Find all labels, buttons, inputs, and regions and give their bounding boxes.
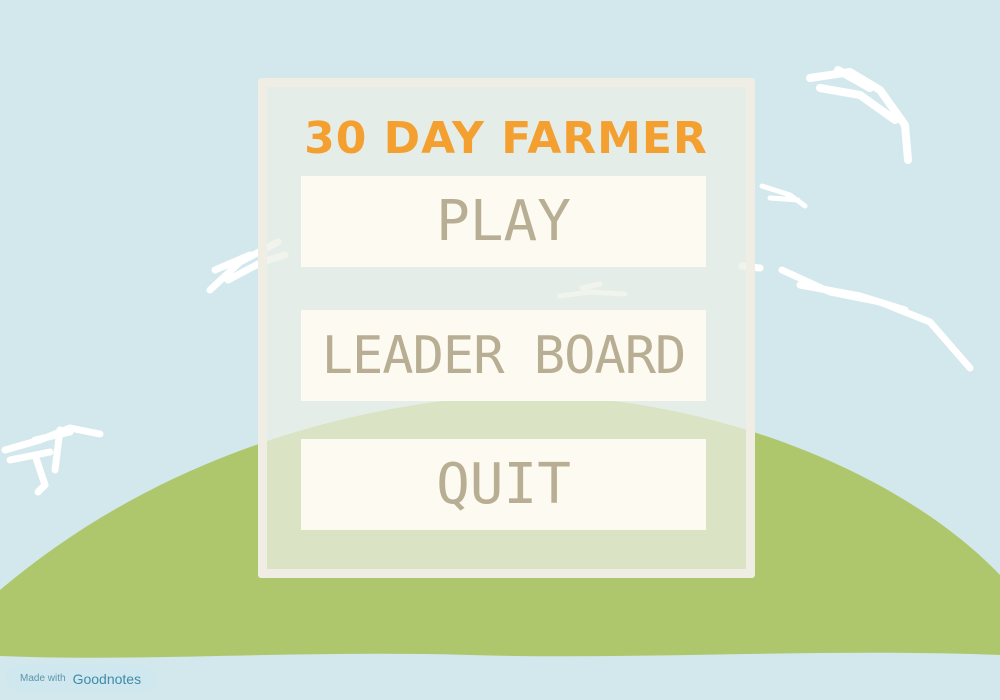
quit-button-label: QUIT <box>436 451 571 517</box>
watermark-brand: Goodnotes <box>72 670 142 687</box>
leaderboard-button-label: LEADER BOARD <box>321 325 687 386</box>
play-button[interactable]: PLAY <box>301 176 706 267</box>
watermark-prefix: Made with <box>20 673 66 684</box>
game-title: 30 DAY FARMER <box>304 113 708 164</box>
goodnotes-watermark: Made with Goodnotes <box>6 665 156 692</box>
play-button-label: PLAY <box>436 188 571 254</box>
quit-button[interactable]: QUIT <box>301 439 706 530</box>
leaderboard-button[interactable]: LEADER BOARD <box>301 310 706 401</box>
